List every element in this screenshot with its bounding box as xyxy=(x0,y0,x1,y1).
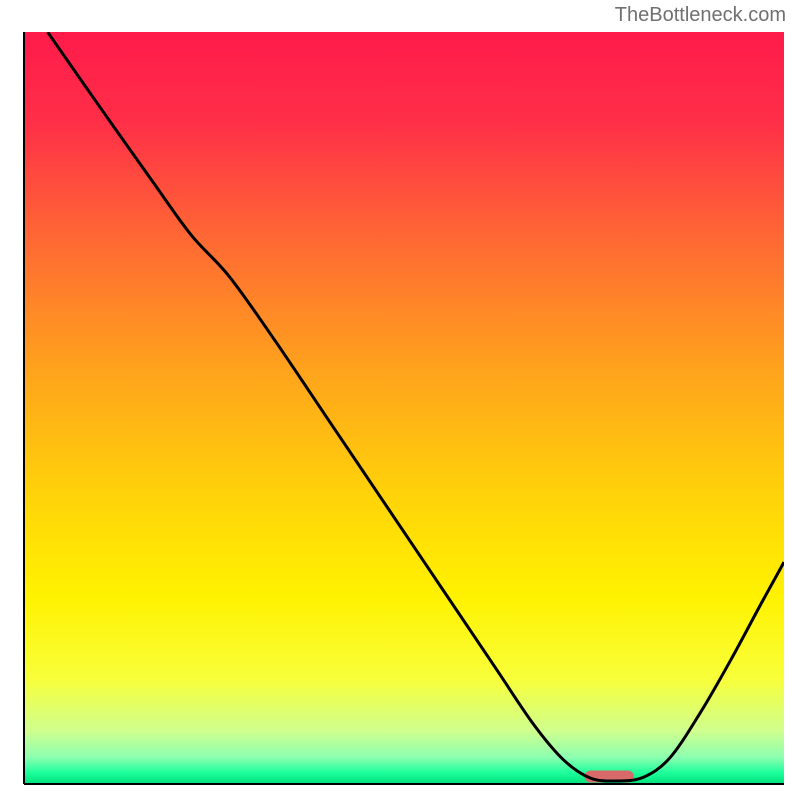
bottleneck-chart xyxy=(0,0,800,800)
chart-container: { "watermark": "TheBottleneck.com", "cha… xyxy=(0,0,800,800)
watermark-text: TheBottleneck.com xyxy=(615,4,786,27)
heat-gradient xyxy=(24,32,784,784)
